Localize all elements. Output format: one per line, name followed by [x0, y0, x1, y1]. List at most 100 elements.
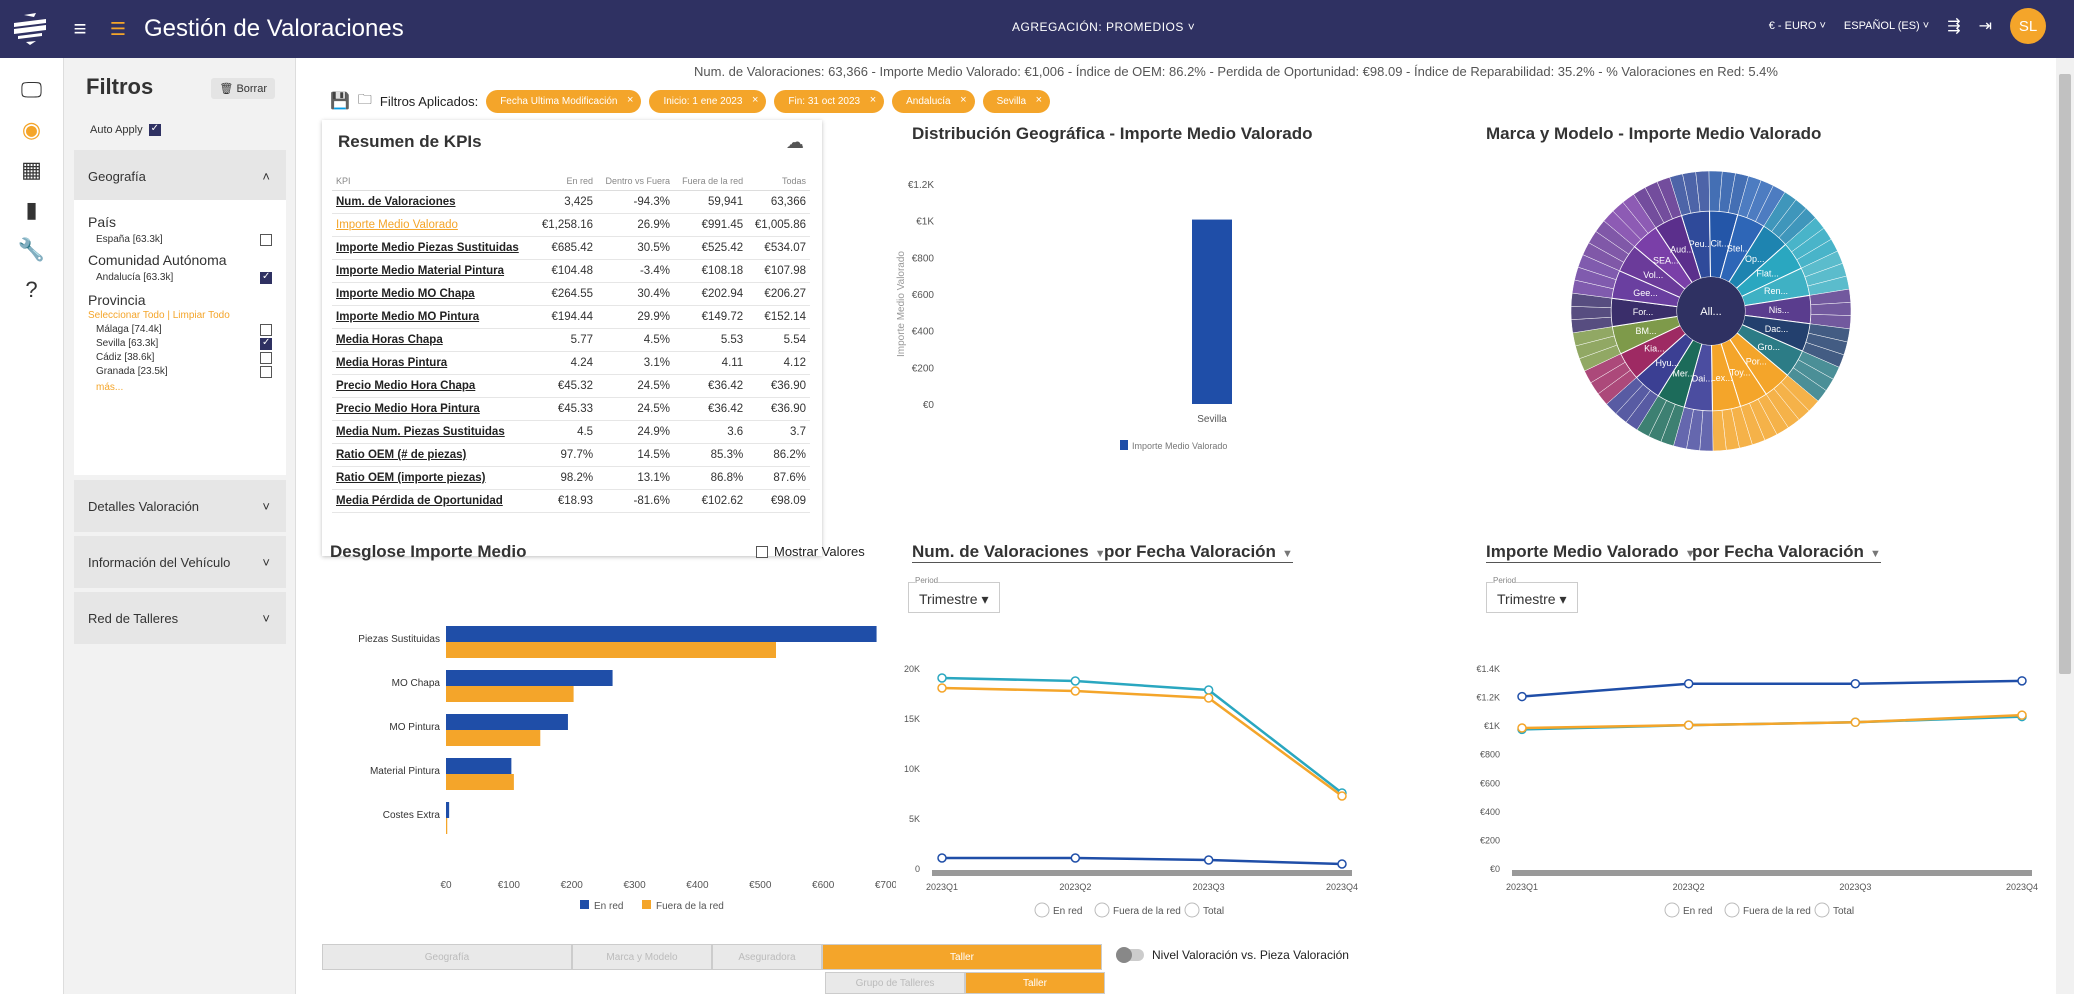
- level-toggle[interactable]: Nivel Valoración vs. Pieza Valoración: [1116, 947, 1349, 963]
- cloud-download-icon[interactable]: ☁: [786, 132, 804, 153]
- tab-geografia[interactable]: Geografía: [322, 944, 572, 970]
- subtab-taller[interactable]: Taller: [965, 972, 1105, 994]
- filter-chip[interactable]: Fin: 31 oct 2023: [774, 89, 885, 113]
- x-tick-label: 2023Q4: [1326, 882, 1358, 892]
- filter-chip[interactable]: Andalucía: [892, 89, 975, 113]
- table-row: Ratio OEM (importe piezas) 98.2% 13.1% 86.8…: [332, 466, 810, 490]
- kpi-name-link[interactable]: Media Pérdida de Oportunidad: [332, 489, 535, 513]
- grid-icon[interactable]: ▦: [0, 150, 63, 190]
- legend-label: Total: [1833, 906, 1854, 917]
- logout-icon[interactable]: ⇥: [1979, 16, 1992, 36]
- kpi-value-cell: 24.5%: [597, 397, 674, 421]
- book-icon[interactable]: ▮: [0, 190, 63, 230]
- avatar[interactable]: SL: [2010, 8, 2046, 44]
- toggle-switch[interactable]: [1116, 947, 1144, 963]
- filter-chip[interactable]: Sevilla: [982, 89, 1051, 113]
- category-label: Material Pintura: [370, 766, 440, 777]
- num-by-dropdown[interactable]: por Fecha Valoración ▼: [1104, 542, 1293, 563]
- kpi-name-link[interactable]: Importe Medio MO Pintura: [332, 305, 535, 329]
- kpi-name-link[interactable]: Num. de Valoraciones: [332, 190, 535, 214]
- imp-metric-dropdown[interactable]: Importe Medio Valorado ▼: [1486, 542, 1696, 563]
- data-point: [1683, 720, 1694, 730]
- kpi-name-link[interactable]: Precio Medio Hora Pintura: [332, 397, 535, 421]
- clear-filters-button[interactable]: 🗑 Borrar: [211, 78, 275, 99]
- clear-all-link[interactable]: Limpiar Todo: [173, 310, 230, 321]
- imp-period-select[interactable]: Period Trimestre ▾: [1486, 576, 1578, 613]
- provincia-checkbox[interactable]: [260, 366, 272, 378]
- kpi-value-cell: 98.2%: [534, 466, 598, 490]
- share-icon[interactable]: ⇶: [1947, 16, 1960, 36]
- help-icon[interactable]: ?: [0, 270, 63, 310]
- sunburst-label: Mer...: [1672, 368, 1695, 378]
- chevron-down-icon: ˅: [262, 610, 270, 626]
- currency-selector[interactable]: € - EURO ˅: [1769, 20, 1826, 32]
- language-selector[interactable]: ESPAÑOL (ES) ˅: [1844, 20, 1929, 32]
- kpi-name-link[interactable]: Ratio OEM (# de piezas): [332, 443, 535, 467]
- bar: [446, 758, 512, 774]
- imp-by-dropdown[interactable]: por Fecha Valoración ▼: [1692, 542, 1881, 563]
- table-row: Importe Medio Piezas Sustituidas €685.42 3…: [332, 236, 810, 260]
- tab-taller[interactable]: Taller: [822, 944, 1102, 970]
- detalles-valoracion-header[interactable]: Detalles Valoración ˅: [74, 480, 286, 532]
- num-metric-label: Num. de Valoraciones: [912, 542, 1089, 561]
- show-values-toggle[interactable]: Mostrar Valores: [756, 544, 865, 559]
- wrench-icon[interactable]: 🔧: [0, 230, 63, 270]
- provincia-checkbox[interactable]: [260, 352, 272, 364]
- scrollbar[interactable]: [2056, 58, 2074, 994]
- filter-chip[interactable]: Inicio: 1 ene 2023: [649, 89, 767, 113]
- monitor-icon[interactable]: 🖵: [0, 70, 63, 110]
- sunburst-outer-segment: [1570, 306, 1612, 320]
- kpi-name-link[interactable]: Ratio OEM (importe piezas): [332, 466, 535, 490]
- pais-checkbox[interactable]: [260, 234, 272, 246]
- range-slider: [932, 870, 1352, 876]
- kpi-name-link[interactable]: Importe Medio Piezas Sustituidas: [332, 236, 535, 260]
- more-link[interactable]: más...: [96, 382, 123, 393]
- side-nav: 🖵 ◉ ▦ ▮ 🔧 ?: [0, 58, 64, 994]
- red-talleres-header[interactable]: Red de Talleres ˅: [74, 592, 286, 644]
- coins-icon[interactable]: ◉: [0, 110, 63, 150]
- aggregation-label: AGREGACIÓN:: [1012, 20, 1103, 34]
- geografia-section-header[interactable]: Geografía ˄: [74, 150, 286, 202]
- kpi-name-link[interactable]: Media Horas Pintura: [332, 351, 535, 375]
- show-values-checkbox[interactable]: [756, 545, 768, 558]
- provincia-checkbox[interactable]: [260, 324, 272, 336]
- sunburst-label: Vol...: [1643, 270, 1663, 280]
- kpi-value-cell: 24.5%: [597, 374, 674, 398]
- legend-label: Fuera de la red: [1113, 906, 1181, 917]
- geografia-section-body: País España [63.3k] Comunidad Autónoma A…: [74, 200, 286, 475]
- provincia-checkbox[interactable]: [260, 337, 272, 350]
- pais-label: País: [88, 214, 117, 230]
- kpi-value-cell: €36.42: [673, 374, 748, 398]
- list-menu-icon[interactable]: ☰: [100, 19, 136, 40]
- table-row: Importe Medio MO Chapa €264.55 30.4% €202.9…: [332, 282, 810, 306]
- app-logo[interactable]: [0, 0, 60, 58]
- bar: [446, 802, 450, 818]
- tab-marca-modelo[interactable]: Marca y Modelo: [572, 944, 712, 970]
- filter-chip[interactable]: Fecha Ultima Modificación: [486, 89, 642, 113]
- subtab-grupo-talleres[interactable]: Grupo de Talleres: [825, 972, 965, 994]
- kpi-value-cell: 29.9%: [597, 305, 674, 329]
- data-point: [1850, 678, 1861, 689]
- hamburger-menu-icon[interactable]: ≡: [60, 16, 100, 42]
- auto-apply-toggle[interactable]: Auto Apply: [90, 123, 161, 136]
- num-metric-dropdown[interactable]: Num. de Valoraciones ▼: [912, 542, 1106, 563]
- legend-marker: [1664, 902, 1680, 918]
- kpi-name-link[interactable]: Precio Medio Hora Chapa: [332, 374, 535, 398]
- informacion-vehiculo-header[interactable]: Información del Vehículo ˅: [74, 536, 286, 588]
- kpi-name-link[interactable]: Media Horas Chapa: [332, 328, 535, 352]
- kpi-name-link[interactable]: Importe Medio Material Pintura: [332, 259, 535, 283]
- folder-icon[interactable]: 🗀: [358, 89, 372, 113]
- ccaa-checkbox[interactable]: [260, 271, 272, 284]
- aggregation-selector[interactable]: AGREGACIÓN: PROMEDIOS ˅: [1012, 20, 1195, 34]
- kpi-name-link[interactable]: Importe Medio MO Chapa: [332, 282, 535, 306]
- auto-apply-checkbox[interactable]: [148, 123, 161, 136]
- save-icon[interactable]: 💾: [330, 91, 350, 111]
- legend-swatch: [642, 900, 651, 909]
- y-tick-label: €600: [912, 290, 935, 301]
- kpi-name-link[interactable]: Importe Medio Valorado: [332, 213, 535, 237]
- tab-aseguradora[interactable]: Aseguradora: [712, 944, 822, 970]
- kpi-name-link[interactable]: Media Num. Piezas Sustituidas: [332, 420, 535, 444]
- select-all-link[interactable]: Seleccionar Todo: [88, 310, 165, 321]
- scrollbar-thumb[interactable]: [2059, 74, 2071, 674]
- num-period-select[interactable]: Period Trimestre ▾: [908, 576, 1000, 613]
